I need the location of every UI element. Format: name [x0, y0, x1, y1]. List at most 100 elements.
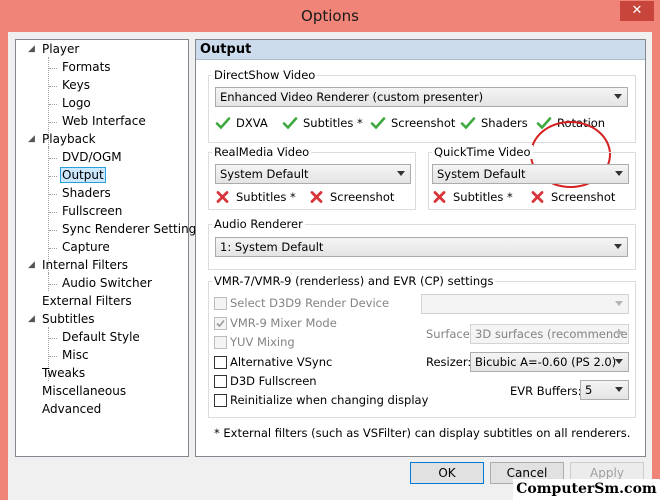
tree-item-keys[interactable]: Keys: [60, 77, 90, 94]
tree-item-default-style[interactable]: Default Style: [60, 329, 140, 346]
tree-item-web-interface[interactable]: Web Interface: [60, 113, 146, 130]
tree-item-label: Web Interface: [62, 114, 146, 128]
tree-item-logo[interactable]: Logo: [60, 95, 91, 112]
realmedia-renderer-select[interactable]: System Default: [215, 164, 411, 184]
tree-line: [49, 158, 57, 159]
tree-item-audio-switcher[interactable]: Audio Switcher: [60, 275, 152, 292]
options-tree[interactable]: ◢ Player Formats Keys Logo Web Interface ◢ Play…: [15, 39, 203, 457]
feature-label: Screenshot: [330, 190, 395, 204]
tree-item-miscellaneous[interactable]: Miscellaneous: [28, 383, 126, 400]
feature-label: Subtitles *: [236, 190, 296, 204]
watermark: ComputerSm.com: [513, 479, 660, 500]
select-d3d9-label: Select D3D9 Render Device: [230, 296, 390, 310]
tree-item-label: Shaders: [62, 186, 111, 200]
reinit-label: Reinitialize when changing display: [230, 393, 429, 407]
tree-expander-icon[interactable]: ◢: [28, 131, 35, 148]
tree-line: [48, 273, 49, 291]
tree-item-advanced[interactable]: Advanced: [28, 401, 101, 418]
tree-item-label: Advanced: [42, 402, 102, 416]
tree-item-output[interactable]: Output: [60, 167, 106, 184]
tree-item-label: Playback: [42, 132, 96, 146]
tree-item-fullscreen[interactable]: Fullscreen: [60, 203, 123, 220]
checkmark-icon: [282, 117, 298, 130]
tree-line: [49, 176, 57, 177]
tree-item-label: Miscellaneous: [42, 384, 127, 398]
tree-line: [49, 68, 57, 69]
checkmark-icon: [216, 319, 225, 328]
resizer-select[interactable]: Bicubic A=-0.60 (PS 2.0): [470, 352, 629, 372]
evr-buffers-select[interactable]: 5: [580, 380, 629, 400]
feature-label: DXVA: [236, 116, 268, 130]
close-button[interactable]: ✕: [620, 1, 654, 21]
tree-item-sync-renderer[interactable]: Sync Renderer Settings: [60, 221, 203, 238]
vmr-label: VMR-7/VMR-9 (renderless) and EVR (CP) se…: [212, 274, 496, 288]
tree-item-label: Output: [60, 167, 106, 183]
tree-item-misc[interactable]: Misc: [60, 347, 89, 364]
tree-item-label: Formats: [62, 60, 111, 74]
tree-item-dvd-ogm[interactable]: DVD/OGM: [60, 149, 122, 166]
tree-item-label: Logo: [62, 96, 91, 110]
close-icon: ✕: [631, 3, 643, 18]
window-title: Options: [301, 7, 359, 25]
chevron-down-icon: [614, 94, 622, 99]
realmedia-label: RealMedia Video: [212, 145, 312, 159]
chevron-down-icon: [615, 387, 623, 392]
tree-line: [49, 230, 57, 231]
tree-expander-icon[interactable]: ◢: [28, 41, 35, 58]
evr-buffers-value: 5: [585, 383, 593, 397]
audio-renderer-select[interactable]: 1: System Default: [215, 237, 628, 257]
tree-item-capture[interactable]: Capture: [60, 239, 110, 256]
tree-item-label: Sync Renderer Settings: [62, 222, 203, 236]
checkmark-icon: [460, 117, 476, 130]
footnote: * External filters (such as VSFilter) ca…: [214, 426, 631, 440]
tree-line: [49, 284, 57, 285]
tree-item-tweaks[interactable]: Tweaks: [28, 365, 85, 382]
feature-label: Subtitles *: [303, 116, 363, 130]
tree-line: [49, 194, 57, 195]
tree-item-internal-filters[interactable]: ◢ Internal Filters: [28, 257, 128, 274]
tree-item-label: Default Style: [62, 330, 140, 344]
quicktime-renderer-select[interactable]: System Default: [432, 164, 629, 184]
surface-select[interactable]: 3D surfaces (recommended): [470, 324, 629, 344]
tree-expander-icon[interactable]: ◢: [28, 257, 35, 274]
tree-item-label: Subtitles: [42, 312, 95, 326]
feature-label: Screenshot: [551, 190, 616, 204]
chevron-down-icon: [615, 171, 623, 176]
alt-vsync-label: Alternative VSync: [230, 355, 333, 369]
render-device-select[interactable]: [421, 294, 629, 314]
directshow-renderer-select[interactable]: Enhanced Video Renderer (custom presente…: [215, 87, 628, 107]
tree-line: [49, 248, 57, 249]
cross-icon: [310, 191, 323, 203]
resizer-value: Bicubic A=-0.60 (PS 2.0): [475, 355, 617, 369]
page-header: Output: [196, 40, 645, 60]
realmedia-renderer-value: System Default: [220, 167, 309, 181]
quicktime-renderer-value: System Default: [437, 167, 526, 181]
tree-item-label: Audio Switcher: [62, 276, 152, 290]
checkbox-box: [214, 375, 227, 388]
chevron-down-icon: [615, 301, 623, 306]
ok-button[interactable]: OK: [410, 462, 484, 484]
yuv-mixing-label: YUV Mixing: [230, 335, 295, 349]
tree-item-subtitles[interactable]: ◢ Subtitles: [28, 311, 95, 328]
checkbox-box: [214, 336, 227, 349]
vmr9-mixer-label: VMR-9 Mixer Mode: [230, 316, 337, 330]
d3d-fullscreen-label: D3D Fullscreen: [230, 374, 317, 388]
feature-label: Subtitles *: [453, 190, 513, 204]
tree-line: [48, 147, 49, 273]
output-page: Output DirectShow Video Enhanced Video R…: [195, 39, 646, 457]
tree-item-shaders[interactable]: Shaders: [60, 185, 111, 202]
checkbox-box: [214, 297, 227, 310]
tree-line: [49, 212, 57, 213]
feature-label: Shaders: [481, 116, 528, 130]
checkbox-box: [214, 356, 227, 369]
tree-item-label: Fullscreen: [62, 204, 123, 218]
tree-line: [49, 104, 57, 105]
tree-item-player[interactable]: ◢ Player: [28, 41, 79, 58]
tree-expander-icon[interactable]: ◢: [28, 311, 35, 328]
tree-item-formats[interactable]: Formats: [60, 59, 111, 76]
tree-item-playback[interactable]: ◢ Playback: [28, 131, 96, 148]
cross-icon: [433, 191, 446, 203]
tree-item-external-filters[interactable]: External Filters: [28, 293, 132, 310]
tree-item-label: External Filters: [42, 294, 132, 308]
tree-item-label: DVD/OGM: [62, 150, 122, 164]
